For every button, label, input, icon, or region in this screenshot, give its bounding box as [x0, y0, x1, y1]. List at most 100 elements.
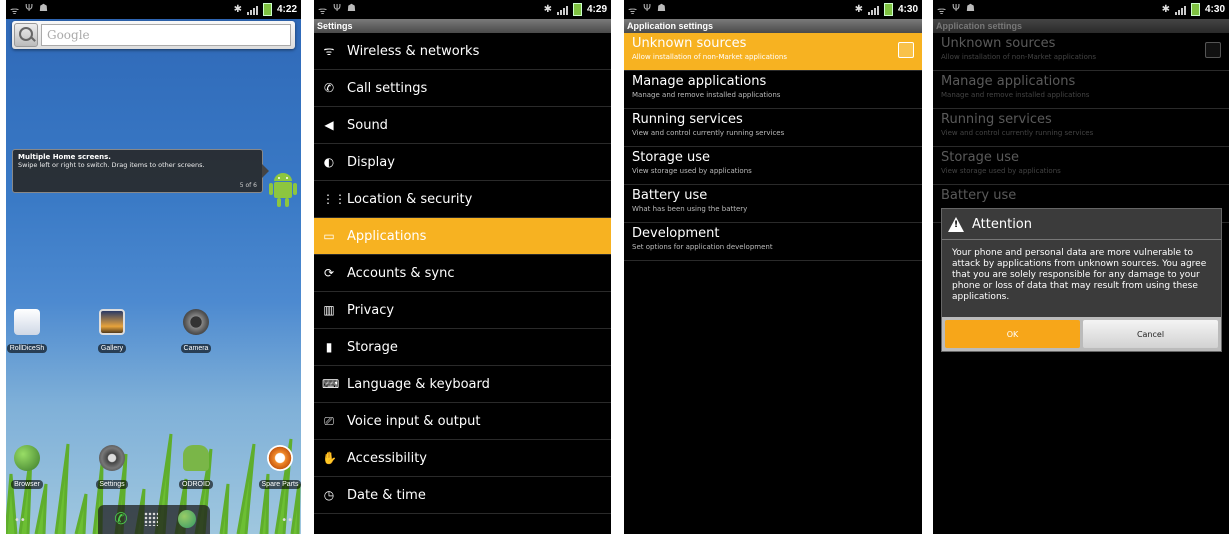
- google-search-widget[interactable]: Google: [12, 21, 295, 49]
- wifi-status-icon: ᯤ: [937, 5, 947, 17]
- settings-item-date-time[interactable]: ◷ Date & time: [314, 477, 611, 514]
- item-subtitle: View and control currently running servi…: [632, 129, 785, 137]
- app-browser[interactable]: Browser: [6, 445, 52, 490]
- search-icon[interactable]: [14, 23, 38, 47]
- app-label: Camera: [180, 344, 212, 353]
- settings-item-location[interactable]: ⋮⋮ Location & security: [314, 181, 611, 218]
- manage-applications-item: Manage applications Manage and remove in…: [933, 71, 1229, 109]
- storage-use-item[interactable]: Storage use View storage used by applica…: [624, 147, 922, 185]
- item-subtitle: View storage used by applications: [632, 167, 752, 175]
- settings-item-sound[interactable]: ◀︎ Sound: [314, 107, 611, 144]
- unknown-sources-item[interactable]: Unknown sources Allow installation of no…: [624, 33, 922, 71]
- running-services-item[interactable]: Running services View and control curren…: [624, 109, 922, 147]
- clock: 4:29: [586, 4, 607, 15]
- browser-icon: [14, 445, 40, 471]
- settings-item-applications[interactable]: ▭ Applications: [314, 218, 611, 255]
- settings-item-accessibility[interactable]: ✋ Accessibility: [314, 440, 611, 477]
- battery-icon: [1190, 3, 1200, 16]
- page-indicator-left[interactable]: ••: [14, 515, 26, 526]
- app-odroid[interactable]: ODROID: [171, 445, 221, 490]
- item-title: Manage applications: [632, 74, 767, 89]
- storage-use-item: Storage use View storage used by applica…: [933, 147, 1229, 185]
- app-camera[interactable]: Camera: [171, 309, 221, 354]
- settings-item-label: Call settings: [347, 80, 428, 96]
- app-rolldice[interactable]: RollDiceSh: [6, 309, 52, 354]
- settings-item-language[interactable]: ⌨ Language & keyboard: [314, 366, 611, 403]
- sd-card-icon: ▮: [325, 340, 333, 354]
- clock: 4:22: [276, 4, 297, 15]
- bluetooth-icon: ✱: [854, 4, 863, 15]
- battery-icon: [572, 3, 582, 16]
- usb-icon: Ψ: [952, 2, 961, 14]
- development-item[interactable]: Development Set options for application …: [624, 223, 922, 261]
- cancel-button[interactable]: Cancel: [1083, 320, 1218, 348]
- android-mascot-icon[interactable]: [269, 170, 297, 210]
- settings-item-accounts[interactable]: ⟳ Accounts & sync: [314, 255, 611, 292]
- settings-screen: ᯤ Ψ ☗ ✱ 4:29 Settings ᯤ Wireless & networks…: [314, 0, 611, 534]
- unknown-sources-dialog-screen: ᯤ Ψ ☗ ✱ 4:30 Application settings Unknown …: [933, 0, 1229, 534]
- app-settings[interactable]: Settings: [87, 445, 137, 490]
- dialog-title: Attention: [972, 216, 1032, 232]
- android-debug-icon: ☗: [966, 2, 975, 14]
- phone-icon[interactable]: ✆: [112, 510, 130, 528]
- item-title: Running services: [632, 112, 743, 127]
- warning-icon: !: [948, 216, 964, 232]
- manage-applications-item[interactable]: Manage applications Manage and remove in…: [624, 71, 922, 109]
- app-label: RollDiceSh: [6, 344, 48, 353]
- settings-item-label: Sound: [347, 117, 388, 133]
- app-spare-parts[interactable]: Spare Parts: [255, 445, 301, 490]
- tip-counter: 5 of 6: [239, 182, 257, 189]
- item-title: Unknown sources: [632, 36, 747, 51]
- browser-dock-icon[interactable]: [178, 510, 196, 528]
- settings-item-call[interactable]: ✆ Call settings: [314, 70, 611, 107]
- ok-button[interactable]: OK: [945, 320, 1080, 348]
- page-title: Application settings: [933, 19, 1229, 33]
- app-label: Gallery: [97, 344, 127, 353]
- app-drawer-icon[interactable]: [144, 512, 158, 526]
- dialog-title-bar: ! Attention: [942, 209, 1221, 240]
- page-indicator-right[interactable]: ••: [281, 515, 293, 526]
- signal-icon: [246, 5, 258, 15]
- item-title: Battery use: [632, 188, 708, 203]
- phone-icon: ✆: [323, 81, 335, 95]
- page-title: Settings: [314, 19, 611, 33]
- unknown-sources-checkbox[interactable]: [898, 42, 914, 58]
- item-subtitle: Allow installation of non-Market applica…: [632, 53, 787, 61]
- settings-item-wireless[interactable]: ᯤ Wireless & networks: [314, 33, 611, 70]
- settings-item-label: Date & time: [347, 487, 426, 503]
- settings-item-label: Storage: [347, 339, 398, 355]
- settings-item-voice[interactable]: ⎚ Voice input & output: [314, 403, 611, 440]
- android-icon: [183, 445, 209, 471]
- app-gallery[interactable]: Gallery: [87, 309, 137, 354]
- grid-icon: ⋮⋮: [322, 192, 346, 206]
- item-title: Unknown sources: [941, 36, 1056, 51]
- item-subtitle: Manage and remove installed applications: [632, 91, 781, 99]
- signal-icon: [556, 5, 568, 15]
- home-screen: ᯤ Ψ ☗ ✱ 4:22 Google Multiple Home screens.…: [6, 0, 301, 534]
- launcher-dock: ✆: [98, 505, 210, 534]
- item-title: Storage use: [632, 150, 711, 165]
- spare-parts-icon: [267, 445, 293, 471]
- settings-item-label: Display: [347, 154, 395, 170]
- bluetooth-icon: ✱: [543, 4, 552, 15]
- app-label: Spare Parts: [258, 480, 301, 489]
- tip-arrow: [262, 164, 269, 178]
- item-subtitle: Manage and remove installed applications: [941, 91, 1090, 99]
- signal-icon: [1174, 5, 1186, 15]
- settings-item-display[interactable]: ◐ Display: [314, 144, 611, 181]
- settings-item-privacy[interactable]: ▥ Privacy: [314, 292, 611, 329]
- search-input[interactable]: Google: [41, 24, 291, 46]
- battery-use-item[interactable]: Battery use What has been using the batt…: [624, 185, 922, 223]
- clock-icon: ◷: [323, 488, 335, 502]
- running-services-item: Running services View and control curren…: [933, 109, 1229, 147]
- item-subtitle: View storage used by applications: [941, 167, 1061, 175]
- settings-list: ᯤ Wireless & networks ✆ Call settings ◀︎ So…: [314, 33, 611, 514]
- status-bar: ᯤ Ψ ☗ ✱ 4:30: [933, 0, 1229, 19]
- tip-body: Swipe left or right to switch. Drag item…: [18, 161, 205, 169]
- app-label: Settings: [96, 480, 128, 489]
- bluetooth-icon: ✱: [233, 4, 242, 15]
- status-bar: ᯤ Ψ ☗ ✱ 4:29: [314, 0, 611, 19]
- settings-item-storage[interactable]: ▮ Storage: [314, 329, 611, 366]
- app-label: ODROID: [179, 480, 213, 489]
- android-debug-icon: ☗: [39, 2, 48, 14]
